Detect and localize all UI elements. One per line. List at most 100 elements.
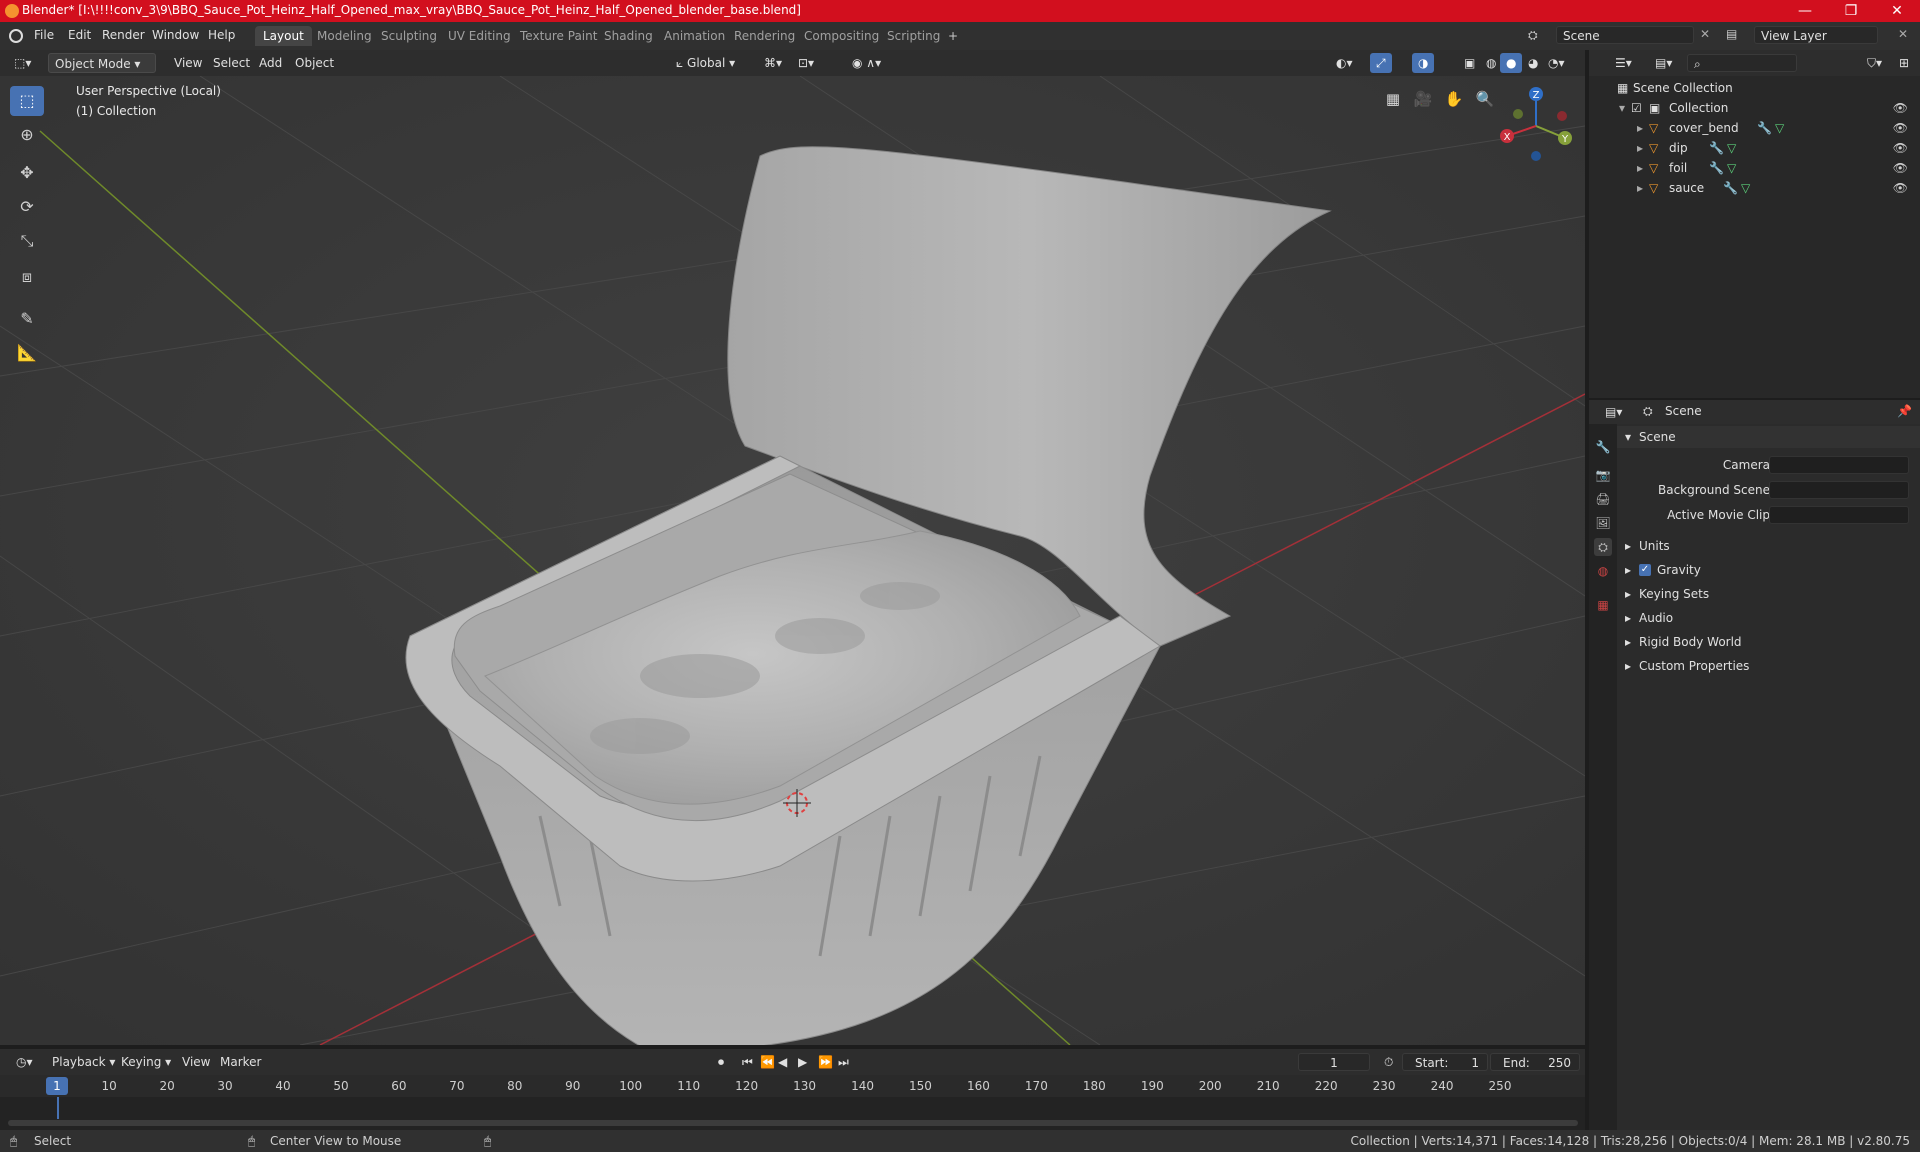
tab-shading[interactable]: Shading xyxy=(596,26,661,46)
snap-icon[interactable]: ⊡▾ xyxy=(792,53,820,73)
outliner-search-input[interactable]: ⌕ xyxy=(1687,54,1797,72)
annotate-tool-icon[interactable]: ✎ xyxy=(10,304,44,334)
editor-type-icon[interactable]: ⬚▾ xyxy=(8,53,37,73)
active-movie-clip-field[interactable] xyxy=(1769,506,1909,524)
gravity-panel-header[interactable]: ▸ ✓ Gravity xyxy=(1617,559,1920,581)
eye-icon[interactable]: 👁 xyxy=(1893,158,1908,178)
mesh-data-icon[interactable]: ▽ xyxy=(1741,178,1750,198)
blender-menu-icon[interactable] xyxy=(9,29,23,43)
pin-icon[interactable]: 📌 xyxy=(1897,404,1912,418)
modifier-icon[interactable]: 🔧 xyxy=(1709,138,1724,158)
eye-icon[interactable]: 👁 xyxy=(1893,98,1908,118)
menu-help[interactable]: Help xyxy=(208,28,235,42)
menu-file[interactable]: File xyxy=(34,28,54,42)
mode-dropdown[interactable]: Object Mode ▾ xyxy=(48,53,156,73)
eye-icon[interactable]: 👁 xyxy=(1893,118,1908,138)
tab-sculpting[interactable]: Sculpting xyxy=(373,26,445,46)
checkbox-icon[interactable]: ☑ xyxy=(1631,98,1642,118)
keying-sets-panel-header[interactable]: ▸ Keying Sets xyxy=(1617,583,1920,605)
minimize-button[interactable]: — xyxy=(1782,0,1828,22)
transform-tool-icon[interactable]: ⧈ xyxy=(10,262,44,292)
view-layer-field[interactable]: View Layer xyxy=(1754,26,1878,44)
timeline-scrollbar[interactable] xyxy=(8,1120,1578,1126)
cursor-tool-icon[interactable]: ⊕ xyxy=(10,120,44,150)
stopwatch-icon[interactable]: ⏱ xyxy=(1378,1052,1399,1072)
eye-icon[interactable]: 👁 xyxy=(1893,178,1908,198)
tab-modeling[interactable]: Modeling xyxy=(309,26,380,46)
world-tab-icon[interactable]: ◍ xyxy=(1594,562,1612,580)
scene-tab-icon[interactable]: ⛭ xyxy=(1594,538,1612,556)
gizmo-toggle-icon[interactable]: ⤢ xyxy=(1370,53,1392,73)
camera-field[interactable] xyxy=(1769,456,1909,474)
outliner-row-object[interactable]: ▸ ▽ foil 🔧 ▽ 👁 xyxy=(1589,158,1920,178)
play-icon[interactable]: ▶ xyxy=(792,1052,813,1072)
units-panel-header[interactable]: ▸ Units xyxy=(1617,535,1920,557)
move-tool-icon[interactable]: ✥ xyxy=(10,158,44,188)
proportional-edit-icon[interactable]: ◉ ∧▾ xyxy=(846,53,887,73)
marker-menu[interactable]: Marker xyxy=(214,1052,267,1072)
select-box-tool-icon[interactable]: ⬚ xyxy=(10,86,44,116)
mesh-data-icon[interactable]: ▽ xyxy=(1775,118,1784,138)
pivot-icon[interactable]: ⌘▾ xyxy=(758,53,788,73)
output-tab-icon[interactable]: 🖨 xyxy=(1594,490,1612,508)
current-frame-field[interactable]: 1 xyxy=(1298,1053,1370,1071)
expand-arrow-icon[interactable]: ▸ xyxy=(1637,138,1643,158)
custom-properties-panel-header[interactable]: ▸ Custom Properties xyxy=(1617,655,1920,677)
outliner-editor-type-icon[interactable]: ☰▾ xyxy=(1609,53,1638,73)
tab-texture-paint[interactable]: Texture Paint xyxy=(512,26,605,46)
scene-section-header[interactable]: ▾ Scene xyxy=(1617,426,1920,448)
rotate-tool-icon[interactable]: ⟳ xyxy=(10,192,44,222)
timeline-editor-type-icon[interactable]: ◷▾ xyxy=(10,1052,39,1072)
tool-tab-icon[interactable]: 🔧 xyxy=(1594,438,1612,456)
scene-field[interactable]: Scene xyxy=(1556,26,1694,44)
close-button[interactable]: ✕ xyxy=(1874,0,1920,22)
modifier-icon[interactable]: 🔧 xyxy=(1757,118,1772,138)
tab-rendering[interactable]: Rendering xyxy=(726,26,803,46)
orientation-dropdown[interactable]: ⟀ Global ▾ xyxy=(670,53,741,73)
tab-layout[interactable]: Layout xyxy=(255,26,312,46)
tab-uv-editing[interactable]: UV Editing xyxy=(440,26,519,46)
modifier-icon[interactable]: 🔧 xyxy=(1709,158,1724,178)
jump-end-icon[interactable]: ⏭ xyxy=(832,1052,855,1072)
gravity-checkbox[interactable]: ✓ xyxy=(1639,564,1651,576)
add-workspace-button[interactable]: + xyxy=(940,26,966,46)
mesh-data-icon[interactable]: ▽ xyxy=(1727,158,1736,178)
menu-select[interactable]: Select xyxy=(207,53,256,73)
filter-icon[interactable]: ⛉▾ xyxy=(1861,53,1888,73)
mesh-data-icon[interactable]: ▽ xyxy=(1727,138,1736,158)
menu-edit[interactable]: Edit xyxy=(68,28,91,42)
navigation-gizmo[interactable]: Z Y X xyxy=(1496,86,1576,166)
play-reverse-icon[interactable]: ◀ xyxy=(772,1052,793,1072)
rigid-body-world-panel-header[interactable]: ▸ Rigid Body World xyxy=(1617,631,1920,653)
new-collection-icon[interactable]: ⊞ xyxy=(1893,53,1915,73)
close-scene-icon[interactable]: ✕ xyxy=(1700,27,1710,41)
audio-panel-header[interactable]: ▸ Audio xyxy=(1617,607,1920,629)
solid-shading-icon[interactable]: ● xyxy=(1500,53,1523,73)
3d-viewport[interactable]: User Perspective (Local) (1) Collection … xyxy=(0,76,1585,1045)
keying-menu[interactable]: Keying ▾ xyxy=(115,1052,177,1072)
pan-view-icon[interactable]: ✋ xyxy=(1441,86,1467,112)
maximize-button[interactable]: ❐ xyxy=(1828,0,1874,22)
expand-arrow-icon[interactable]: ▸ xyxy=(1637,118,1643,138)
eye-icon[interactable]: 👁 xyxy=(1893,138,1908,158)
start-frame-field[interactable]: Start: 1 xyxy=(1402,1053,1488,1071)
rendered-shading-icon[interactable]: ◔▾ xyxy=(1542,53,1571,73)
expand-arrow-icon[interactable]: ▸ xyxy=(1637,158,1643,178)
menu-object[interactable]: Object xyxy=(289,53,340,73)
tab-scripting[interactable]: Scripting xyxy=(879,26,948,46)
visibility-icon[interactable]: ◐▾ xyxy=(1330,53,1359,73)
menu-render[interactable]: Render xyxy=(102,28,145,42)
outliner-row-object[interactable]: ▸ ▽ sauce 🔧 ▽ 👁 xyxy=(1589,178,1920,198)
outliner-row-object[interactable]: ▸ ▽ dip 🔧 ▽ 👁 xyxy=(1589,138,1920,158)
outliner-row-collection[interactable]: ▾ ☑ ▣ Collection 👁 xyxy=(1589,98,1920,118)
tab-animation[interactable]: Animation xyxy=(656,26,733,46)
view-layer-tab-icon[interactable]: 🖼 xyxy=(1594,514,1612,532)
zoom-view-icon[interactable]: 🔍 xyxy=(1472,86,1498,112)
modifier-icon[interactable]: 🔧 xyxy=(1723,178,1738,198)
overlay-toggle-icon[interactable]: ◑ xyxy=(1412,53,1435,73)
expand-arrow-icon[interactable]: ▸ xyxy=(1637,178,1643,198)
render-tab-icon[interactable]: 📷 xyxy=(1594,466,1612,484)
toggle-grid-icon[interactable]: ▦ xyxy=(1380,86,1406,112)
playback-menu[interactable]: Playback ▾ xyxy=(46,1052,121,1072)
scale-tool-icon[interactable]: ⤡ xyxy=(10,226,44,256)
